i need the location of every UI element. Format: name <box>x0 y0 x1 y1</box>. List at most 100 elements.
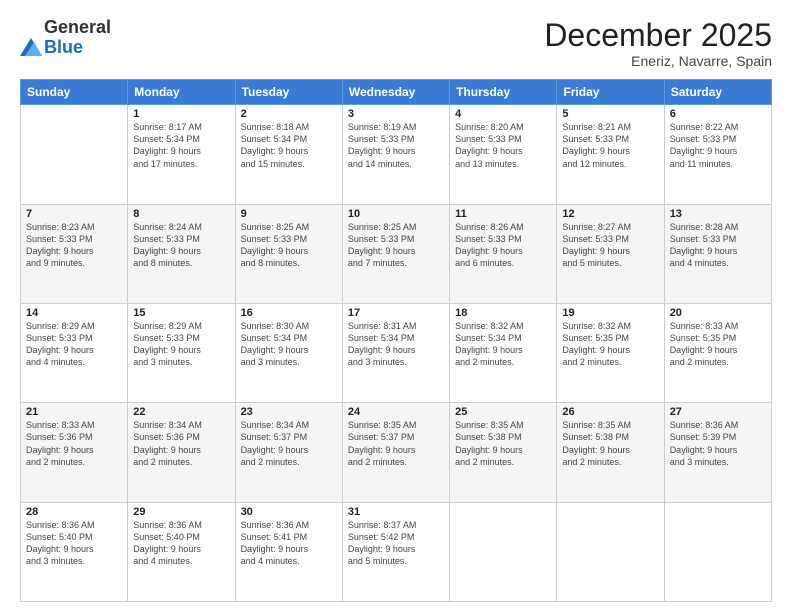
day-number: 10 <box>348 208 444 220</box>
day-number: 9 <box>241 208 337 220</box>
logo: General Blue <box>20 18 111 58</box>
calendar-cell: 1Sunrise: 8:17 AM Sunset: 5:34 PM Daylig… <box>128 105 235 204</box>
day-info: Sunrise: 8:27 AM Sunset: 5:33 PM Dayligh… <box>562 221 658 270</box>
day-info: Sunrise: 8:35 AM Sunset: 5:38 PM Dayligh… <box>562 419 658 468</box>
header-day-tuesday: Tuesday <box>235 80 342 105</box>
day-number: 16 <box>241 307 337 319</box>
day-info: Sunrise: 8:26 AM Sunset: 5:33 PM Dayligh… <box>455 221 551 270</box>
logo-blue-text: Blue <box>44 37 83 57</box>
calendar-cell: 30Sunrise: 8:36 AM Sunset: 5:41 PM Dayli… <box>235 502 342 601</box>
title-block: December 2025 Eneriz, Navarre, Spain <box>544 18 772 69</box>
header-row: SundayMondayTuesdayWednesdayThursdayFrid… <box>21 80 772 105</box>
day-info: Sunrise: 8:28 AM Sunset: 5:33 PM Dayligh… <box>670 221 766 270</box>
day-info: Sunrise: 8:36 AM Sunset: 5:40 PM Dayligh… <box>26 519 122 568</box>
day-number: 4 <box>455 108 551 120</box>
day-info: Sunrise: 8:34 AM Sunset: 5:37 PM Dayligh… <box>241 419 337 468</box>
calendar-cell: 9Sunrise: 8:25 AM Sunset: 5:33 PM Daylig… <box>235 204 342 303</box>
calendar-cell: 29Sunrise: 8:36 AM Sunset: 5:40 PM Dayli… <box>128 502 235 601</box>
day-info: Sunrise: 8:29 AM Sunset: 5:33 PM Dayligh… <box>26 320 122 369</box>
day-number: 24 <box>348 406 444 418</box>
day-number: 25 <box>455 406 551 418</box>
day-number: 27 <box>670 406 766 418</box>
day-info: Sunrise: 8:18 AM Sunset: 5:34 PM Dayligh… <box>241 121 337 170</box>
day-number: 7 <box>26 208 122 220</box>
day-info: Sunrise: 8:33 AM Sunset: 5:36 PM Dayligh… <box>26 419 122 468</box>
day-info: Sunrise: 8:19 AM Sunset: 5:33 PM Dayligh… <box>348 121 444 170</box>
calendar-cell: 12Sunrise: 8:27 AM Sunset: 5:33 PM Dayli… <box>557 204 664 303</box>
calendar-cell: 26Sunrise: 8:35 AM Sunset: 5:38 PM Dayli… <box>557 403 664 502</box>
day-number: 13 <box>670 208 766 220</box>
calendar-cell <box>450 502 557 601</box>
calendar-cell: 13Sunrise: 8:28 AM Sunset: 5:33 PM Dayli… <box>664 204 771 303</box>
header-day-monday: Monday <box>128 80 235 105</box>
calendar-cell: 22Sunrise: 8:34 AM Sunset: 5:36 PM Dayli… <box>128 403 235 502</box>
day-info: Sunrise: 8:29 AM Sunset: 5:33 PM Dayligh… <box>133 320 229 369</box>
day-number: 6 <box>670 108 766 120</box>
day-info: Sunrise: 8:36 AM Sunset: 5:40 PM Dayligh… <box>133 519 229 568</box>
header-day-wednesday: Wednesday <box>342 80 449 105</box>
calendar: SundayMondayTuesdayWednesdayThursdayFrid… <box>20 79 772 602</box>
day-number: 2 <box>241 108 337 120</box>
header-day-sunday: Sunday <box>21 80 128 105</box>
logo-icon <box>20 38 42 56</box>
calendar-cell: 28Sunrise: 8:36 AM Sunset: 5:40 PM Dayli… <box>21 502 128 601</box>
day-number: 12 <box>562 208 658 220</box>
calendar-cell: 25Sunrise: 8:35 AM Sunset: 5:38 PM Dayli… <box>450 403 557 502</box>
day-info: Sunrise: 8:31 AM Sunset: 5:34 PM Dayligh… <box>348 320 444 369</box>
day-number: 11 <box>455 208 551 220</box>
calendar-cell: 27Sunrise: 8:36 AM Sunset: 5:39 PM Dayli… <box>664 403 771 502</box>
calendar-cell: 7Sunrise: 8:23 AM Sunset: 5:33 PM Daylig… <box>21 204 128 303</box>
calendar-cell: 19Sunrise: 8:32 AM Sunset: 5:35 PM Dayli… <box>557 303 664 402</box>
day-number: 18 <box>455 307 551 319</box>
day-number: 22 <box>133 406 229 418</box>
day-number: 3 <box>348 108 444 120</box>
day-number: 26 <box>562 406 658 418</box>
calendar-cell <box>557 502 664 601</box>
day-info: Sunrise: 8:25 AM Sunset: 5:33 PM Dayligh… <box>241 221 337 270</box>
day-info: Sunrise: 8:35 AM Sunset: 5:37 PM Dayligh… <box>348 419 444 468</box>
calendar-cell: 31Sunrise: 8:37 AM Sunset: 5:42 PM Dayli… <box>342 502 449 601</box>
header-day-saturday: Saturday <box>664 80 771 105</box>
calendar-cell: 18Sunrise: 8:32 AM Sunset: 5:34 PM Dayli… <box>450 303 557 402</box>
calendar-cell: 6Sunrise: 8:22 AM Sunset: 5:33 PM Daylig… <box>664 105 771 204</box>
calendar-cell: 8Sunrise: 8:24 AM Sunset: 5:33 PM Daylig… <box>128 204 235 303</box>
header-day-friday: Friday <box>557 80 664 105</box>
day-number: 5 <box>562 108 658 120</box>
day-number: 1 <box>133 108 229 120</box>
calendar-cell: 20Sunrise: 8:33 AM Sunset: 5:35 PM Dayli… <box>664 303 771 402</box>
day-info: Sunrise: 8:24 AM Sunset: 5:33 PM Dayligh… <box>133 221 229 270</box>
calendar-cell: 4Sunrise: 8:20 AM Sunset: 5:33 PM Daylig… <box>450 105 557 204</box>
day-number: 17 <box>348 307 444 319</box>
week-row: 14Sunrise: 8:29 AM Sunset: 5:33 PM Dayli… <box>21 303 772 402</box>
day-number: 28 <box>26 506 122 518</box>
day-number: 29 <box>133 506 229 518</box>
day-info: Sunrise: 8:20 AM Sunset: 5:33 PM Dayligh… <box>455 121 551 170</box>
day-number: 20 <box>670 307 766 319</box>
calendar-cell: 10Sunrise: 8:25 AM Sunset: 5:33 PM Dayli… <box>342 204 449 303</box>
day-info: Sunrise: 8:17 AM Sunset: 5:34 PM Dayligh… <box>133 121 229 170</box>
header-day-thursday: Thursday <box>450 80 557 105</box>
header: General Blue December 2025 Eneriz, Navar… <box>20 18 772 69</box>
calendar-cell <box>664 502 771 601</box>
day-info: Sunrise: 8:37 AM Sunset: 5:42 PM Dayligh… <box>348 519 444 568</box>
day-number: 21 <box>26 406 122 418</box>
day-number: 23 <box>241 406 337 418</box>
day-number: 15 <box>133 307 229 319</box>
page: General Blue December 2025 Eneriz, Navar… <box>0 0 792 612</box>
calendar-header: SundayMondayTuesdayWednesdayThursdayFrid… <box>21 80 772 105</box>
day-info: Sunrise: 8:33 AM Sunset: 5:35 PM Dayligh… <box>670 320 766 369</box>
day-number: 8 <box>133 208 229 220</box>
calendar-cell: 24Sunrise: 8:35 AM Sunset: 5:37 PM Dayli… <box>342 403 449 502</box>
day-info: Sunrise: 8:21 AM Sunset: 5:33 PM Dayligh… <box>562 121 658 170</box>
day-number: 30 <box>241 506 337 518</box>
day-info: Sunrise: 8:36 AM Sunset: 5:39 PM Dayligh… <box>670 419 766 468</box>
day-number: 14 <box>26 307 122 319</box>
calendar-cell <box>21 105 128 204</box>
calendar-cell: 17Sunrise: 8:31 AM Sunset: 5:34 PM Dayli… <box>342 303 449 402</box>
day-info: Sunrise: 8:22 AM Sunset: 5:33 PM Dayligh… <box>670 121 766 170</box>
calendar-cell: 21Sunrise: 8:33 AM Sunset: 5:36 PM Dayli… <box>21 403 128 502</box>
week-row: 1Sunrise: 8:17 AM Sunset: 5:34 PM Daylig… <box>21 105 772 204</box>
day-info: Sunrise: 8:35 AM Sunset: 5:38 PM Dayligh… <box>455 419 551 468</box>
day-info: Sunrise: 8:25 AM Sunset: 5:33 PM Dayligh… <box>348 221 444 270</box>
calendar-cell: 5Sunrise: 8:21 AM Sunset: 5:33 PM Daylig… <box>557 105 664 204</box>
